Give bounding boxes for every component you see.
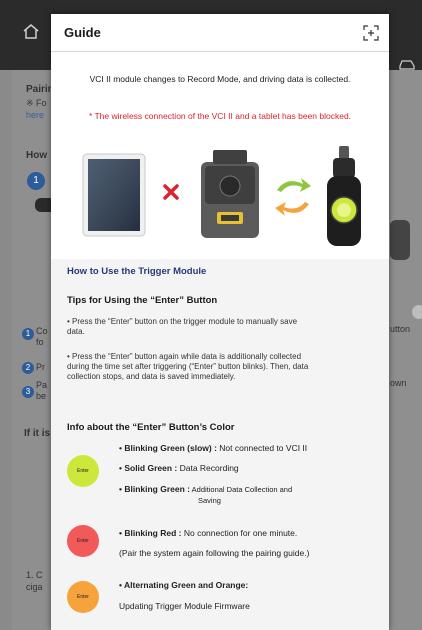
info-heading: Info about the “Enter” Button’s Color <box>67 422 235 433</box>
bg-step-sub: fo <box>36 337 44 347</box>
bg-step-badge: 1 <box>22 328 34 340</box>
enter-button-green-icon: Enter <box>67 455 99 487</box>
color-info-item: • Solid Green : Data Recording <box>119 463 239 473</box>
color-desc: Updating Trigger Module Firmware <box>119 601 250 611</box>
enter-button-red-icon: Enter <box>67 525 99 557</box>
background-right-panel <box>388 70 422 630</box>
blocked-x-icon <box>163 184 179 200</box>
color-desc: Data Recording <box>177 463 239 473</box>
tip-line: collection stops, and data is saved imme… <box>67 372 236 381</box>
bg-right-text: own <box>390 378 407 388</box>
tip-item: • Press the “Enter” button on the trigge… <box>67 317 375 337</box>
warning-text: * The wireless connection of the VCI II … <box>88 111 352 121</box>
color-desc: Not connected to VCI II <box>216 443 308 453</box>
color-desc: Additional Data Collection and <box>189 485 293 494</box>
scroll-handle[interactable] <box>412 305 422 319</box>
modal-title: Guide <box>64 25 101 40</box>
color-info-item: • Blinking Green (slow) : Not connected … <box>119 443 307 453</box>
tip-line: • Press the “Enter” button on the trigge… <box>67 317 298 326</box>
color-info-item: • Alternating Green and Orange: <box>119 580 248 590</box>
enter-button-orange-icon: Enter <box>67 581 99 613</box>
color-term: • Blinking Green (slow) : <box>119 443 217 453</box>
home-icon[interactable] <box>22 22 40 40</box>
modal-header: Guide <box>51 14 389 52</box>
bg-right-text: utton <box>390 324 411 334</box>
color-term: • Solid Green : <box>119 463 178 473</box>
color-term: • Alternating Green and Orange: <box>119 580 249 590</box>
section-title: How to Use the Trigger Module <box>67 266 207 277</box>
bg-pairing-link[interactable]: here <box>26 110 51 120</box>
color-note: (Pair the system again following the pai… <box>119 548 310 558</box>
bg-step-label: Pr <box>36 362 45 372</box>
bg-step-badge: 1 <box>27 172 45 190</box>
connection-illustration <box>82 146 361 246</box>
sync-icon <box>275 178 311 216</box>
bg-step-sub: be <box>36 391 47 401</box>
bg-pairing-sub: ※ Fo <box>26 98 47 108</box>
trigger-module-image <box>327 146 361 246</box>
color-info-item: • Blinking Green : Additional Data Colle… <box>119 484 292 494</box>
color-term: • Blinking Red : <box>119 528 182 538</box>
tips-heading: Tips for Using the “Enter” Button <box>67 295 218 306</box>
color-term: • Blinking Green : <box>119 484 190 494</box>
bg-step-badge: 2 <box>22 362 34 374</box>
tip-item: • Press the “Enter” button again while d… <box>67 352 375 382</box>
bg-device-image-right <box>390 220 410 260</box>
tip-line: during the time set after triggering (“E… <box>67 362 309 371</box>
tip-line: • Press the “Enter” button again while d… <box>67 352 302 361</box>
bg-footnote: ciga <box>26 582 43 592</box>
tablet-image <box>82 153 146 237</box>
bg-how-label: How <box>26 150 48 161</box>
bg-if-label: If it is <box>24 428 51 439</box>
expand-icon[interactable] <box>363 25 379 41</box>
bg-step-label: Pa <box>36 380 48 390</box>
intro-text: VCI II module changes to Record Mode, an… <box>89 74 351 84</box>
bg-pairing-label: Pairin <box>26 84 51 95</box>
guide-modal: Guide VCI II module changes to Record Mo… <box>51 14 389 630</box>
bg-footnote: 1. C <box>26 570 43 580</box>
bg-step-badge: 3 <box>22 386 34 398</box>
color-desc: No connection for one minute. <box>181 528 298 538</box>
car-icon[interactable] <box>398 58 416 70</box>
bg-step-label: Co <box>36 326 48 336</box>
tip-line: data. <box>67 327 85 336</box>
color-desc-cont: Saving <box>198 496 221 505</box>
vci-device-image <box>201 150 259 238</box>
intro-section: VCI II module changes to Record Mode, an… <box>51 52 389 259</box>
color-info-item: • Blinking Red : No connection for one m… <box>119 528 297 538</box>
